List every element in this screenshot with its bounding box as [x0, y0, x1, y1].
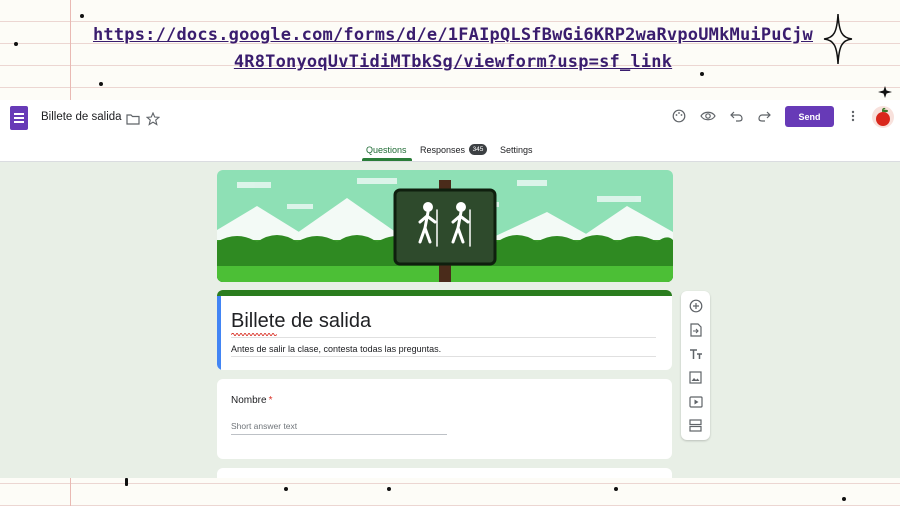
- avatar[interactable]: [872, 106, 894, 128]
- decorative-dot: [99, 82, 103, 86]
- tab-questions[interactable]: Questions: [366, 145, 407, 155]
- form-link-banner[interactable]: https://docs.google.com/forms/d/e/1FAIpQ…: [78, 22, 828, 76]
- decorative-dot: [125, 478, 128, 486]
- add-question-icon[interactable]: [687, 297, 704, 314]
- top-bar: Billete de salida Send: [0, 100, 900, 138]
- decorative-dot: [14, 42, 18, 46]
- active-tab-indicator: [362, 158, 412, 161]
- google-forms-icon[interactable]: [10, 106, 28, 130]
- short-answer-placeholder: Short answer text: [231, 421, 298, 431]
- question-label[interactable]: Nombre *: [231, 395, 272, 406]
- description-divider: [231, 356, 656, 357]
- form-title-card[interactable]: Billete de salida Antes de salir la clas…: [217, 290, 672, 370]
- form-header-image: [217, 170, 673, 282]
- send-button[interactable]: Send: [785, 106, 834, 127]
- add-video-icon[interactable]: [687, 393, 704, 410]
- sparkle-small-icon: [878, 86, 892, 98]
- add-image-icon[interactable]: [687, 369, 704, 386]
- question-toolbar: [681, 291, 710, 440]
- import-questions-icon[interactable]: [687, 321, 704, 338]
- more-vert-icon[interactable]: [846, 108, 860, 124]
- form-description[interactable]: Antes de salir la clase, contesta todas …: [231, 344, 441, 354]
- star-icon[interactable]: [145, 111, 161, 127]
- add-title-icon[interactable]: [687, 345, 704, 362]
- add-section-icon[interactable]: [687, 417, 704, 434]
- decorative-dot: [80, 14, 84, 18]
- responses-count-badge: 345: [469, 144, 487, 155]
- question-title: Nombre: [231, 395, 267, 406]
- folder-icon[interactable]: [124, 111, 141, 126]
- next-question-card[interactable]: [217, 468, 672, 478]
- question-card[interactable]: Nombre * Short answer text: [217, 379, 672, 459]
- spellcheck-underline: [231, 333, 277, 336]
- required-asterisk: *: [268, 395, 273, 406]
- document-title[interactable]: Billete de salida: [41, 111, 122, 123]
- decorative-dot: [284, 487, 288, 491]
- undo-icon[interactable]: [728, 108, 744, 124]
- sparkle-icon: [823, 13, 853, 65]
- focus-accent-bar: [217, 296, 221, 370]
- form-title[interactable]: Billete de salida: [231, 310, 371, 333]
- title-divider: [231, 337, 656, 338]
- redo-icon[interactable]: [756, 108, 772, 124]
- preview-eye-icon[interactable]: [699, 108, 717, 124]
- form-link-line-2[interactable]: 4R8TonyoqUvTidiMTbkSg/viewform?usp=sf_li…: [78, 49, 828, 76]
- tab-responses[interactable]: Responses: [420, 145, 465, 155]
- decorative-dot: [614, 487, 618, 491]
- forms-editor: Billete de salida Send Questions Respons…: [0, 100, 900, 478]
- short-answer-underline: [231, 434, 447, 435]
- decorative-dot: [842, 497, 846, 501]
- decorative-dot: [387, 487, 391, 491]
- tab-settings[interactable]: Settings: [500, 145, 533, 155]
- form-link-line-1[interactable]: https://docs.google.com/forms/d/e/1FAIpQ…: [78, 22, 828, 49]
- palette-icon[interactable]: [671, 108, 687, 124]
